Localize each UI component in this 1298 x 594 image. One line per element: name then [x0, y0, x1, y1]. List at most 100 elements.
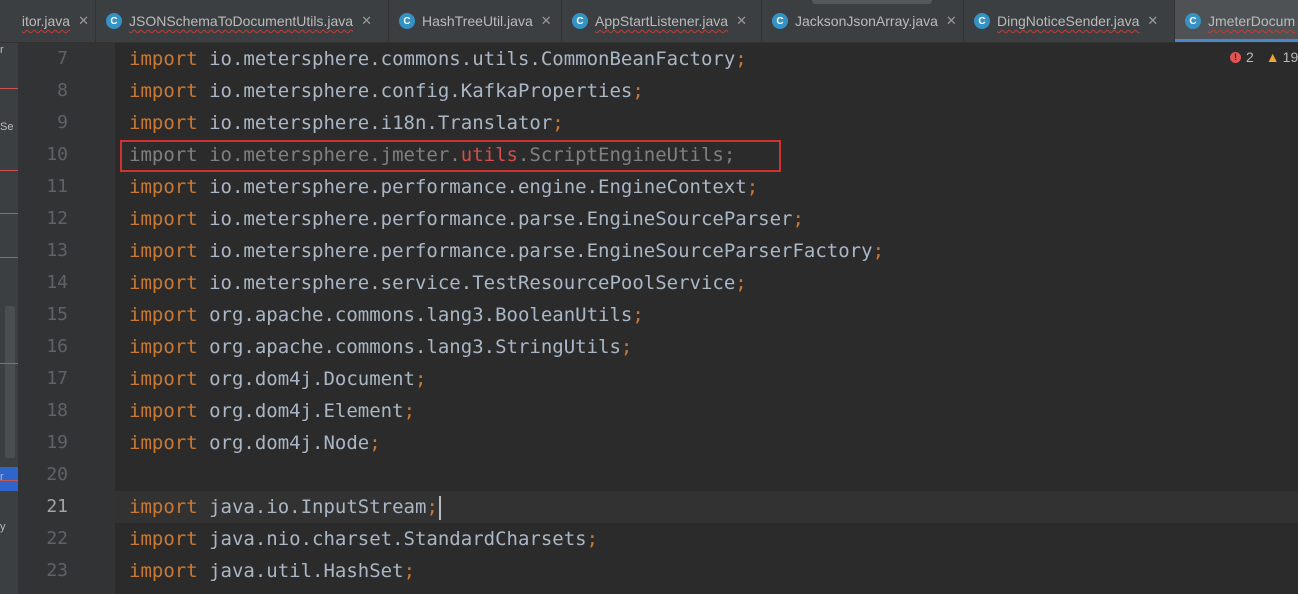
import-path: java.io.InputStream: [209, 496, 427, 518]
semicolon: ;: [872, 240, 885, 262]
inspection-widget[interactable]: ! 2 ▲ 19: [1230, 49, 1298, 65]
warning-icon: ▲: [1265, 49, 1280, 65]
import-path: java.nio.charset.StandardCharsets: [209, 528, 587, 550]
import-path: io.metersphere.performance.parse.EngineS…: [209, 240, 873, 262]
code-line[interactable]: import io.metersphere.performance.engine…: [129, 171, 758, 203]
code-line[interactable]: import org.apache.commons.lang3.BooleanU…: [129, 299, 644, 331]
import-path: org.dom4j.Node: [209, 432, 370, 454]
editor-tab-4[interactable]: C JacksonJsonArray.java ✕: [762, 0, 963, 42]
line-number: 15: [46, 304, 68, 325]
code-line[interactable]: import io.metersphere.performance.parse.…: [129, 235, 884, 267]
line-number: 23: [46, 560, 68, 581]
import-path: io.metersphere.config.KafkaProperties: [209, 80, 633, 102]
code-line[interactable]: import org.dom4j.Document;: [129, 363, 426, 395]
import-keyword: import: [129, 80, 198, 102]
code-line[interactable]: import java.io.InputStream;: [129, 491, 441, 523]
import-path: org.apache.commons.lang3.BooleanUtils: [209, 304, 633, 326]
error-count: 2: [1246, 49, 1254, 65]
semicolon: ;: [632, 80, 644, 102]
java-class-icon: C: [106, 13, 122, 29]
line-number: 10: [46, 144, 68, 165]
import-path: io.metersphere.jmeter.: [209, 144, 461, 166]
editor-tab-3[interactable]: C AppStartListener.java ✕: [562, 0, 761, 42]
code-line[interactable]: import org.apache.commons.lang3.StringUt…: [129, 331, 632, 363]
semicolon: ;: [369, 432, 381, 454]
semicolon: ;: [735, 48, 747, 70]
project-tree-fragment[interactable]: r: [0, 44, 4, 56]
code-line[interactable]: import io.metersphere.jmeter.utils.Scrip…: [129, 139, 735, 171]
line-number: 22: [46, 528, 68, 549]
line-number: 8: [57, 80, 68, 101]
code-line[interactable]: import org.dom4j.Node;: [129, 427, 381, 459]
semicolon: ;: [552, 112, 564, 134]
import-keyword: import: [129, 112, 198, 134]
tab-label: JacksonJsonArray.java: [795, 13, 938, 29]
close-icon[interactable]: ✕: [736, 13, 747, 29]
code-line[interactable]: import io.metersphere.i18n.Translator;: [129, 107, 564, 139]
code-line[interactable]: import java.util.HashSet;: [129, 555, 415, 587]
import-keyword: import: [129, 304, 198, 326]
code-line[interactable]: import io.metersphere.commons.utils.Comm…: [129, 43, 747, 75]
close-icon[interactable]: ✕: [1147, 13, 1158, 29]
project-scrollbar-thumb[interactable]: [5, 306, 15, 458]
code-line[interactable]: import io.metersphere.performance.parse.…: [129, 203, 804, 235]
import-keyword: import: [129, 496, 198, 518]
import-keyword: import: [129, 528, 198, 550]
import-keyword: import: [129, 208, 198, 230]
code-line[interactable]: import io.metersphere.config.KafkaProper…: [129, 75, 644, 107]
import-keyword: import: [129, 272, 198, 294]
import-keyword: import: [129, 144, 198, 166]
line-number: 9: [57, 112, 68, 133]
java-class-icon: C: [572, 13, 588, 29]
import-keyword: import: [129, 176, 198, 198]
code-line[interactable]: import org.dom4j.Element;: [129, 395, 415, 427]
line-number: 20: [46, 464, 68, 485]
unresolved-symbol: utils: [460, 144, 518, 166]
line-number: 16: [46, 336, 68, 357]
tab-label: HashTreeUtil.java: [422, 13, 533, 29]
editor-tab-1[interactable]: C JSONSchemaToDocumentUtils.java ✕: [96, 0, 388, 42]
import-path: io.metersphere.performance.parse.EngineS…: [209, 208, 793, 230]
project-tree-fragment[interactable]: y: [0, 521, 6, 533]
code-line[interactable]: import java.nio.charset.StandardCharsets…: [129, 523, 598, 555]
code-editor[interactable]: import io.metersphere.commons.utils.Comm…: [115, 43, 1298, 594]
text-caret: [438, 495, 441, 520]
line-number: 21: [46, 496, 68, 517]
close-icon[interactable]: ✕: [361, 13, 372, 29]
import-keyword: import: [129, 368, 198, 390]
line-number: 12: [46, 208, 68, 229]
import-path: org.apache.commons.lang3.StringUtils: [209, 336, 621, 358]
error-stripe-mark: [0, 170, 18, 171]
close-icon[interactable]: ✕: [78, 13, 89, 29]
editor-tab-5[interactable]: C DingNoticeSender.java ✕: [964, 0, 1174, 42]
close-icon[interactable]: ✕: [946, 13, 957, 29]
editor-tab-2[interactable]: C HashTreeUtil.java ✕: [389, 0, 561, 42]
line-number: 14: [46, 272, 68, 293]
semicolon: ;: [792, 208, 804, 230]
semicolon: ;: [586, 528, 599, 550]
error-stripe-mark: [0, 88, 18, 89]
tab-label: JmeterDocum: [1208, 13, 1296, 29]
line-number: 13: [46, 240, 68, 261]
java-class-icon: C: [1185, 13, 1201, 29]
tab-scroll-indicator[interactable]: [812, 0, 932, 4]
semicolon: ;: [632, 304, 644, 326]
semicolon: ;: [735, 272, 747, 294]
project-tree-fragment[interactable]: r: [0, 471, 4, 483]
semicolon: ;: [403, 400, 416, 422]
warning-count: 19: [1282, 49, 1298, 65]
editor-tab-0[interactable]: itor.java ✕: [0, 0, 95, 42]
tab-label: JSONSchemaToDocumentUtils.java: [129, 13, 354, 29]
semicolon: ;: [403, 560, 416, 582]
editor-tab-6[interactable]: C JmeterDocum: [1175, 0, 1298, 42]
import-keyword: import: [129, 48, 198, 70]
import-path: java.util.HashSet: [209, 560, 404, 582]
code-line[interactable]: import io.metersphere.service.TestResour…: [129, 267, 747, 299]
java-class-icon: C: [399, 13, 415, 29]
project-tool-window-strip[interactable]: r Se r y: [0, 43, 18, 594]
import-keyword: import: [129, 400, 198, 422]
error-icon: !: [1230, 51, 1241, 63]
import-path: org.dom4j.Element: [209, 400, 404, 422]
close-icon[interactable]: ✕: [541, 13, 552, 29]
project-tree-fragment[interactable]: Se: [0, 121, 13, 133]
